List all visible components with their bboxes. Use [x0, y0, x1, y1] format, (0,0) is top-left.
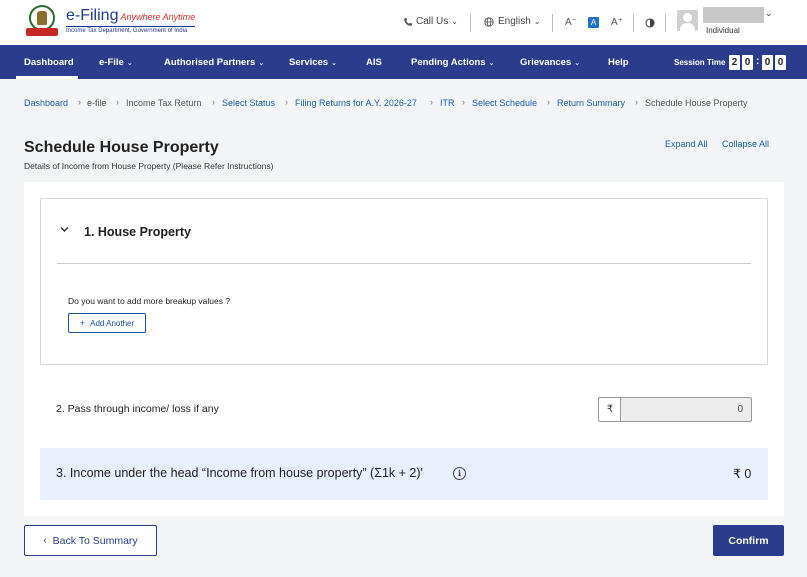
session-time-label: Session Time: [674, 58, 726, 67]
logo-subtitle: Income Tax Department, Government of Ind…: [66, 26, 196, 34]
chevron-down-icon: ⌄: [331, 60, 337, 67]
session-digit: 0: [742, 55, 753, 70]
chevron-down-icon: ⌄: [451, 17, 458, 26]
font-increase-button[interactable]: A⁺: [611, 17, 623, 28]
chevron-down-icon: ⌄: [258, 60, 265, 67]
collapse-all-link[interactable]: Collapse All: [722, 139, 769, 149]
breadcrumb-itr[interactable]: ITR: [440, 98, 455, 108]
breadcrumb-return-summary[interactable]: Return Summary: [557, 98, 625, 108]
language-label: English: [498, 16, 531, 27]
chevron-right-icon: ›: [78, 97, 81, 107]
nav-grievances[interactable]: Grievances ⌄: [520, 57, 580, 68]
nav-help[interactable]: Help: [608, 57, 629, 68]
pass-through-label: 2. Pass through income/ loss if any: [56, 403, 219, 415]
nav-authorised-partners[interactable]: Authorised Partners ⌄: [164, 57, 264, 68]
chevron-down-icon: ⌄: [488, 60, 495, 67]
confirm-button[interactable]: Confirm: [713, 525, 784, 556]
rupee-prefix: ₹: [598, 397, 621, 422]
page-subtitle: Details of Income from House Property (P…: [24, 161, 274, 171]
divider: [470, 14, 471, 32]
divider: [665, 14, 666, 32]
chevron-right-icon: ›: [212, 97, 215, 107]
add-another-button[interactable]: + Add Another: [68, 313, 146, 333]
national-emblem-icon: [26, 4, 60, 38]
breadcrumb-dashboard[interactable]: Dashboard: [24, 98, 68, 108]
phone-icon: [404, 17, 412, 26]
nav-active-indicator: [16, 76, 78, 79]
logo-title: e-Filing: [66, 7, 119, 24]
section-title[interactable]: 1. House Property: [84, 225, 191, 239]
back-to-summary-label: Back To Summary: [52, 534, 138, 547]
income-total-label: 3. Income under the head “Income from ho…: [56, 466, 423, 480]
chevron-down-icon: ⌄: [533, 17, 541, 26]
chevron-right-icon: ›: [430, 97, 433, 107]
pass-through-input[interactable]: [620, 397, 752, 422]
income-total-value: ₹ 0: [733, 467, 752, 481]
language-menu[interactable]: English ⌄: [484, 16, 541, 27]
divider: [552, 14, 553, 32]
chevron-down-icon: ⌄: [574, 60, 581, 67]
divider: [633, 14, 634, 32]
call-us-menu[interactable]: Call Us ⌄: [403, 16, 458, 27]
breadcrumb-efile: e-file: [87, 98, 107, 108]
user-name-redacted[interactable]: [703, 7, 764, 23]
breadcrumb-select-schedule[interactable]: Select Schedule: [472, 98, 537, 108]
session-digit: 0: [762, 55, 773, 70]
user-role: Individual: [706, 26, 740, 35]
session-digit: 2: [729, 55, 740, 70]
globe-icon: [484, 16, 494, 27]
logo-tagline: Anywhere Anytime: [120, 12, 196, 22]
efiling-logo[interactable]: e-Filing Anywhere Anytime Income Tax Depa…: [26, 4, 196, 38]
breadcrumb-select-status[interactable]: Select Status: [222, 98, 275, 108]
chevron-right-icon: ›: [635, 97, 638, 107]
session-digit: 0: [775, 55, 786, 70]
info-icon[interactable]: i: [453, 467, 466, 480]
chevron-left-icon: ‹: [43, 535, 47, 546]
user-avatar[interactable]: [677, 10, 698, 31]
nav-efile[interactable]: e-File ⌄: [99, 57, 133, 68]
chevron-down-icon[interactable]: [60, 225, 69, 234]
contrast-icon[interactable]: [645, 18, 655, 28]
section-divider: [57, 263, 751, 264]
chevron-right-icon: ›: [462, 97, 465, 107]
font-decrease-button[interactable]: A⁻: [565, 17, 577, 28]
breadcrumb-current: Schedule House Property: [645, 98, 748, 108]
chevron-right-icon: ›: [547, 97, 550, 107]
breadcrumb-filing-returns[interactable]: Filing Returns for A.Y. 2026-27: [295, 98, 417, 108]
breakup-question: Do you want to add more breakup values ?: [68, 296, 231, 306]
house-property-section: [40, 198, 768, 365]
nav-pending-actions[interactable]: Pending Actions ⌄: [411, 57, 494, 68]
chevron-right-icon: ›: [116, 97, 119, 107]
page-title: Schedule House Property: [24, 139, 219, 156]
plus-icon: +: [79, 318, 86, 328]
nav-dashboard[interactable]: Dashboard: [24, 57, 74, 68]
add-another-label: Add Another: [90, 318, 135, 328]
back-to-summary-button[interactable]: ‹ Back To Summary: [24, 525, 157, 556]
expand-all-link[interactable]: Expand All: [665, 139, 708, 149]
chevron-down-icon: ⌄: [126, 60, 133, 67]
call-us-label: Call Us: [416, 16, 449, 27]
chevron-right-icon: ›: [285, 97, 288, 107]
session-colon: :: [756, 56, 760, 67]
main-nav: Dashboard e-File ⌄ Authorised Partners ⌄ S…: [0, 45, 807, 79]
top-header: e-Filing Anywhere Anytime Income Tax Depa…: [0, 0, 807, 45]
breadcrumb-income-tax-return: Income Tax Return: [126, 98, 202, 108]
nav-services[interactable]: Services ⌄: [289, 57, 337, 68]
nav-ais[interactable]: AIS: [366, 57, 382, 68]
chevron-down-icon[interactable]: ⌄: [765, 8, 773, 19]
font-default-button[interactable]: A: [588, 17, 599, 28]
